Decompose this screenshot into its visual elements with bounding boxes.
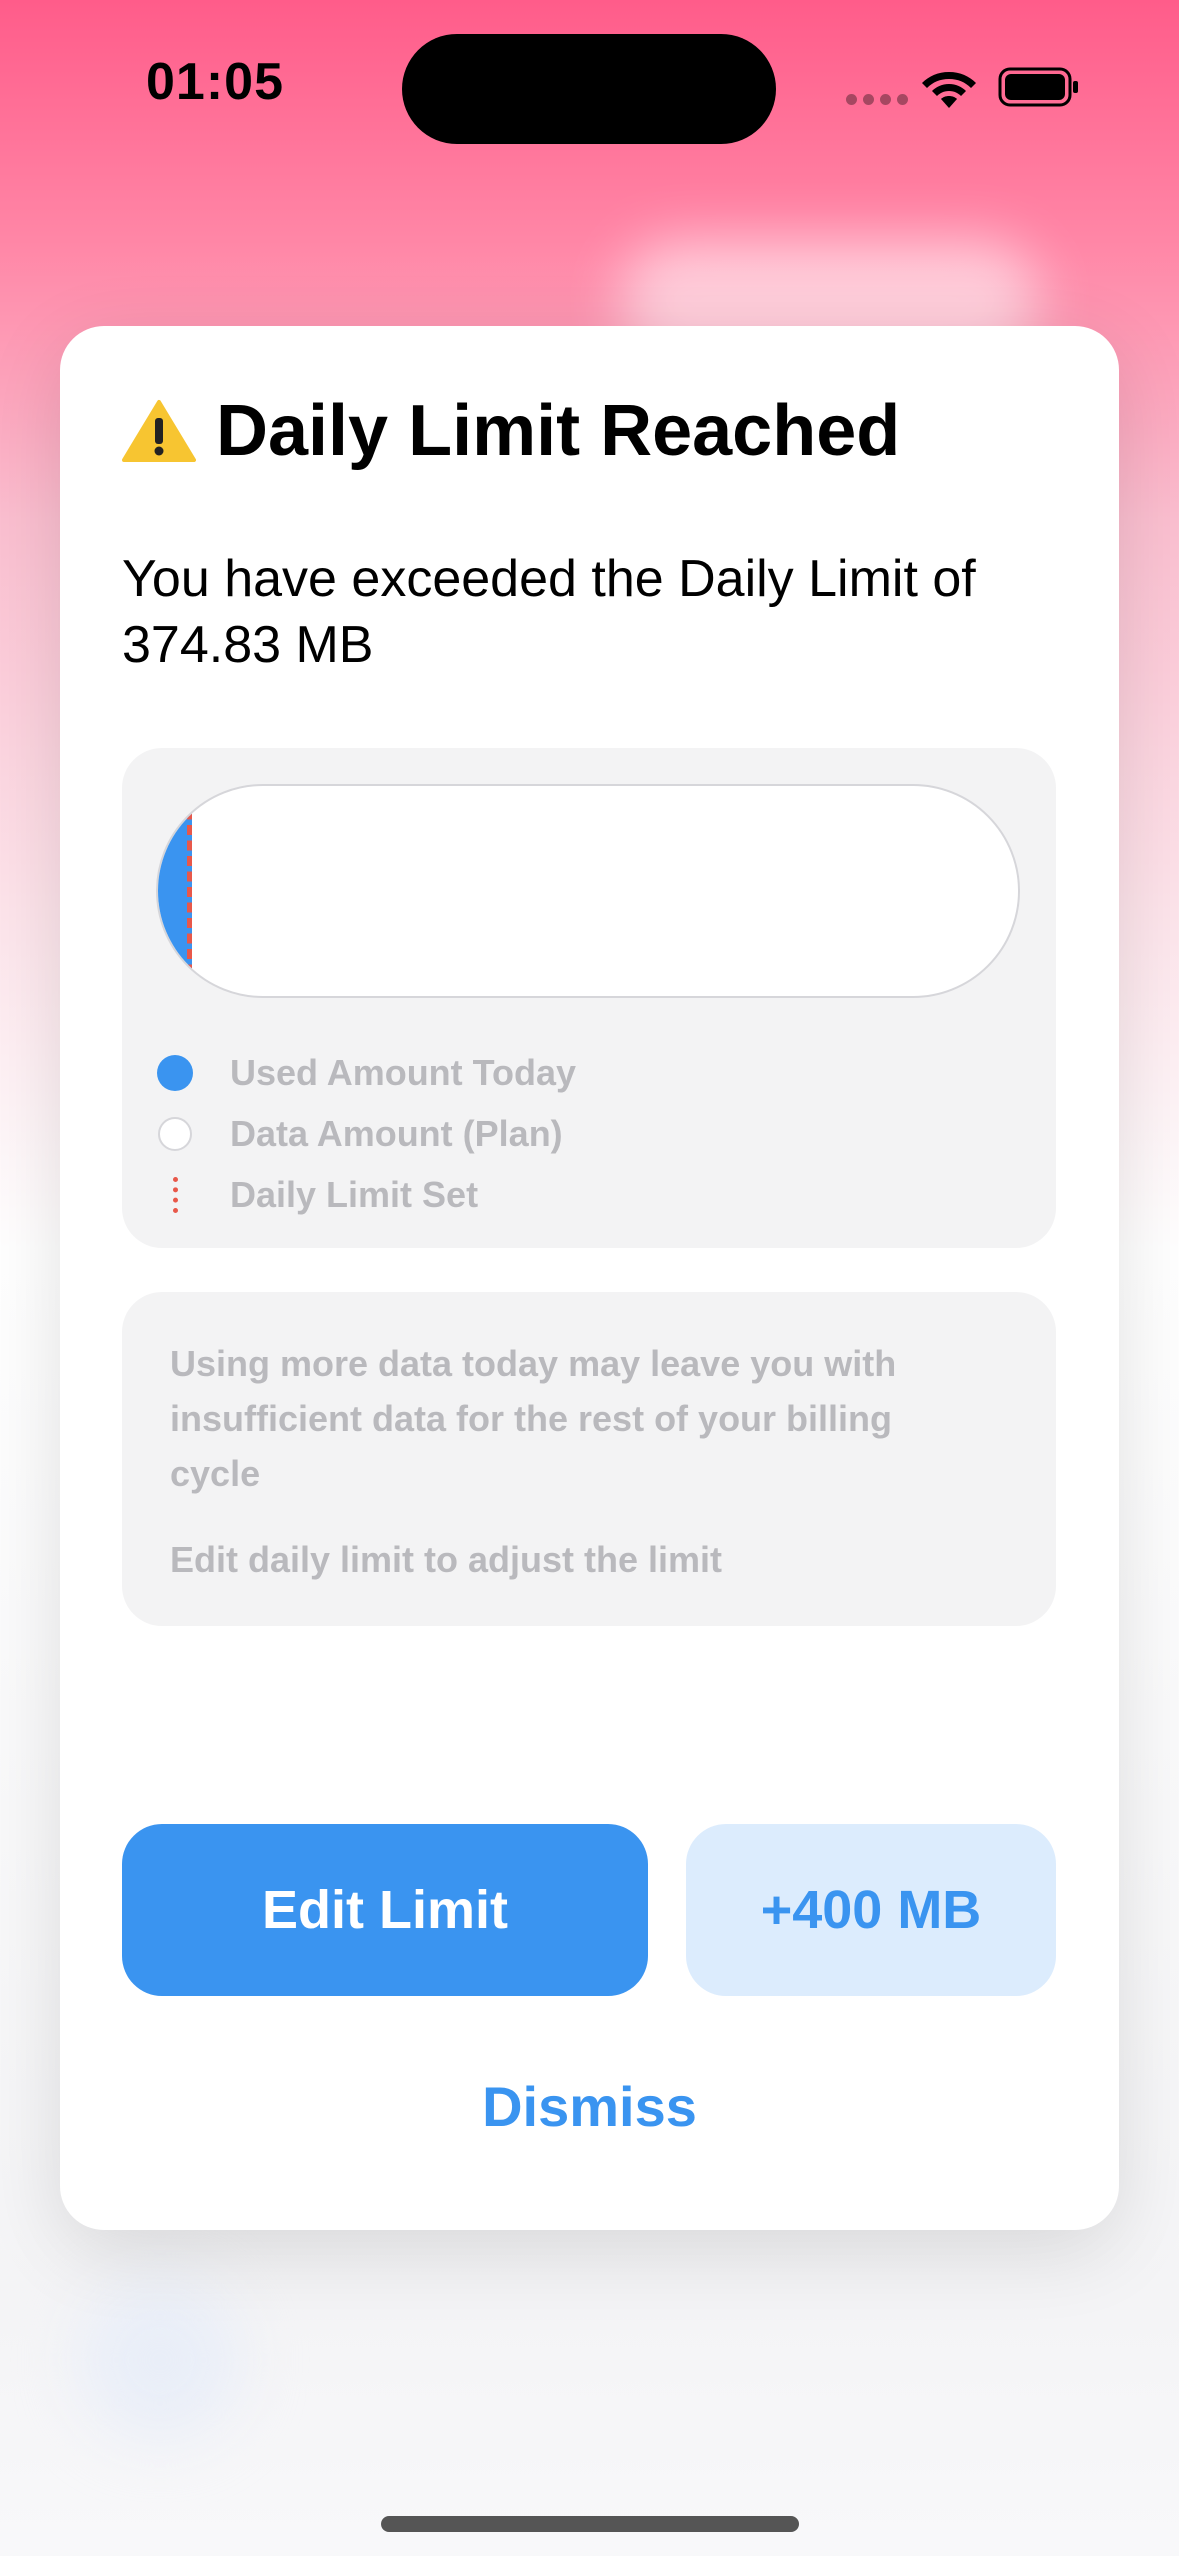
legend-item-plan: Data Amount (Plan) [156,1103,576,1164]
legend-item-limit: Daily Limit Set [156,1164,576,1225]
signal-icon [846,94,908,105]
edit-limit-button[interactable]: Edit Limit [122,1824,648,1996]
legend-item-used: Used Amount Today [156,1042,576,1103]
battery-icon [998,67,1078,107]
status-time: 01:05 [146,53,284,111]
legend-label: Daily Limit Set [230,1173,479,1215]
info-warning-text: Using more data today may leave you with… [170,1343,897,1494]
plan-amount-swatch [158,1116,192,1151]
add-400mb-button[interactable]: +400 MB [686,1824,1056,1996]
used-amount-swatch [157,1054,193,1091]
data-plan-bar [156,784,1020,998]
home-indicator[interactable] [381,2516,799,2532]
daily-limit-dialog: Daily Limit Reached You have exceeded th… [60,326,1119,2230]
info-box: Using more data today may leave you with… [122,1292,1056,1626]
usage-chart: Used Amount Today Data Amount (Plan) Dai… [122,748,1056,1248]
chart-legend: Used Amount Today Data Amount (Plan) Dai… [156,1042,576,1225]
daily-limit-marker [187,794,193,990]
legend-label: Data Amount (Plan) [230,1112,563,1154]
wifi-icon [922,72,976,108]
background-glow [80,2280,240,2440]
daily-limit-swatch [172,1176,178,1213]
dynamic-island [402,34,776,144]
info-hint-text: Edit daily limit to adjust the limit [170,1539,723,1580]
dialog-message: You have exceeded the Daily Limit of 374… [122,550,976,674]
dismiss-button[interactable]: Dismiss [60,2074,1119,2139]
dialog-header: Daily Limit Reached [122,390,900,472]
dialog-title: Daily Limit Reached [216,391,901,471]
warning-icon [122,400,196,462]
legend-label: Used Amount Today [230,1051,577,1093]
